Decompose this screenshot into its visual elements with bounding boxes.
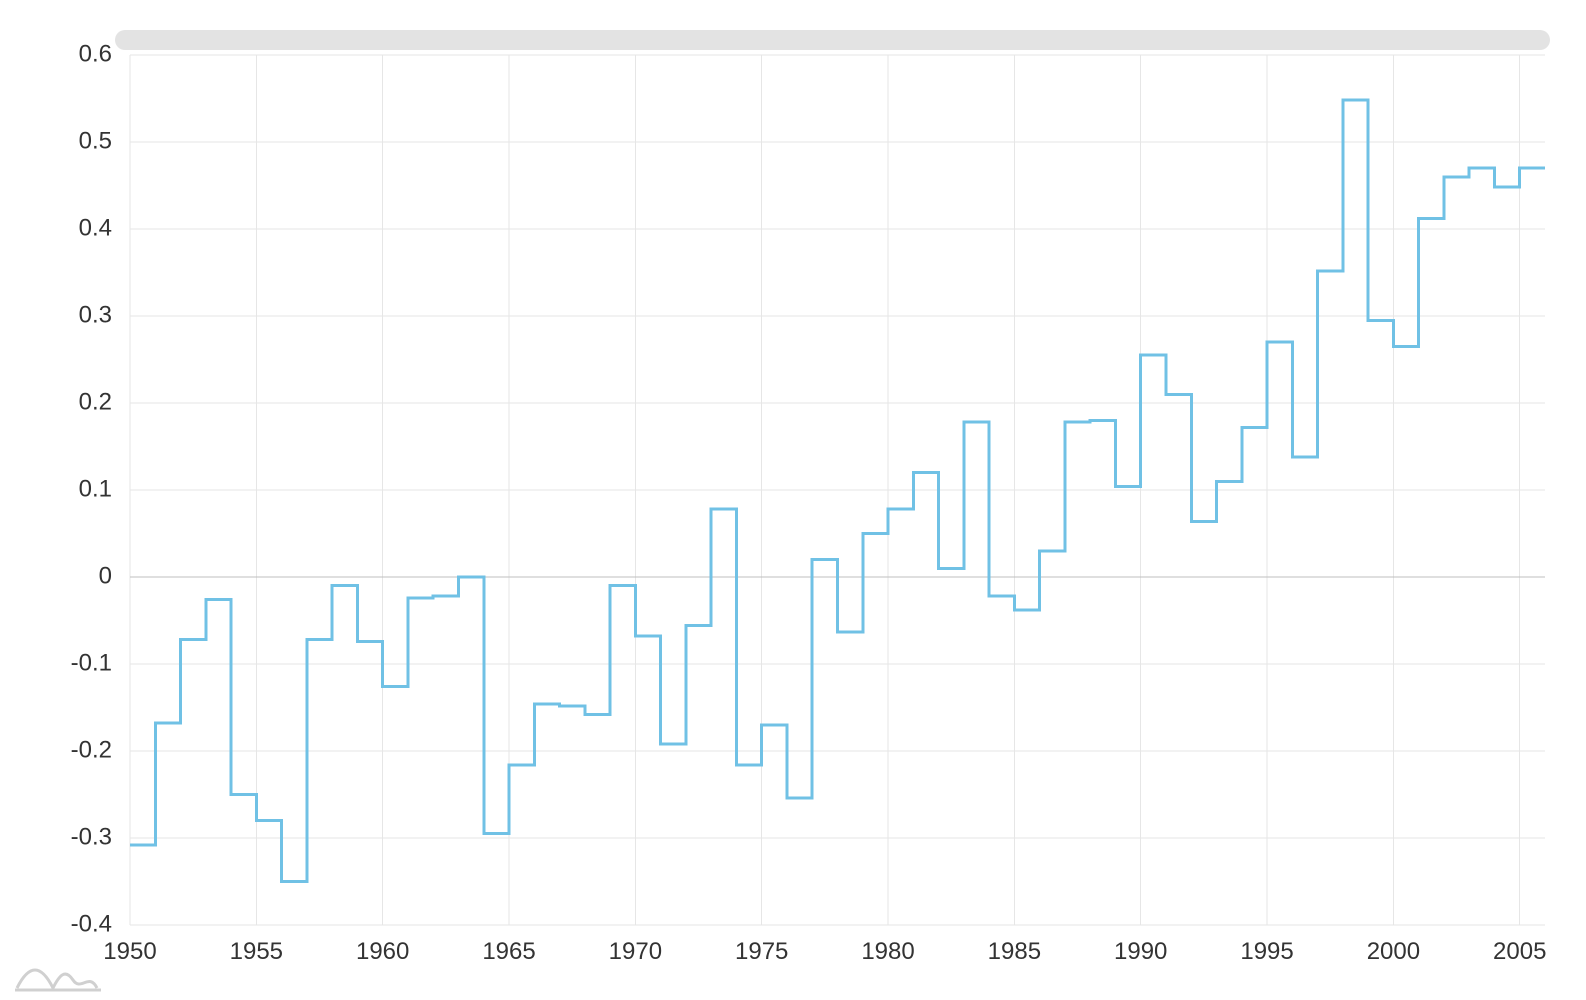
x-tick-label: 2000 bbox=[1367, 938, 1420, 965]
x-tick-label: 1970 bbox=[609, 938, 662, 965]
x-tick-label: 1950 bbox=[103, 938, 156, 965]
x-tick-label: 1975 bbox=[735, 938, 788, 965]
y-tick-label: -0.3 bbox=[71, 823, 112, 850]
x-tick-label: 2005 bbox=[1493, 938, 1546, 965]
x-tick-label: 1955 bbox=[230, 938, 283, 965]
y-tick-label: -0.1 bbox=[71, 649, 112, 676]
x-tick-label: 1985 bbox=[988, 938, 1041, 965]
range-scrollbar[interactable] bbox=[115, 30, 1550, 50]
y-tick-label: -0.4 bbox=[71, 910, 112, 937]
x-tick-label: 1960 bbox=[356, 938, 409, 965]
plotly-logo-icon bbox=[15, 970, 101, 990]
y-axis: -0.4 -0.3 -0.2 -0.1 0 0.1 0.2 0.3 0.4 0.5 0.6 bbox=[71, 40, 112, 937]
y-tick-label: 0.4 bbox=[79, 214, 112, 241]
chart-container: -0.4 -0.3 -0.2 -0.1 0 0.1 0.2 0.3 0.4 0.5 0.6 1950… bbox=[0, 0, 1586, 1000]
chart-svg: -0.4 -0.3 -0.2 -0.1 0 0.1 0.2 0.3 0.4 0.5 0.6 1950… bbox=[0, 0, 1586, 1000]
y-tick-label: 0 bbox=[99, 562, 112, 589]
x-tick-label: 1980 bbox=[861, 938, 914, 965]
grid bbox=[130, 55, 1545, 925]
x-axis: 1950 1955 1960 1965 1970 1975 1980 1985 1990 1995… bbox=[103, 938, 1546, 965]
y-tick-label: 0.6 bbox=[79, 40, 112, 67]
data-series bbox=[130, 100, 1545, 881]
x-tick-label: 1965 bbox=[482, 938, 535, 965]
y-tick-label: 0.3 bbox=[79, 301, 112, 328]
y-tick-label: 0.5 bbox=[79, 127, 112, 154]
x-tick-label: 1990 bbox=[1114, 938, 1167, 965]
x-tick-label: 1995 bbox=[1240, 938, 1293, 965]
y-tick-label: 0.1 bbox=[79, 475, 112, 502]
y-tick-label: 0.2 bbox=[79, 388, 112, 415]
y-tick-label: -0.2 bbox=[71, 736, 112, 763]
